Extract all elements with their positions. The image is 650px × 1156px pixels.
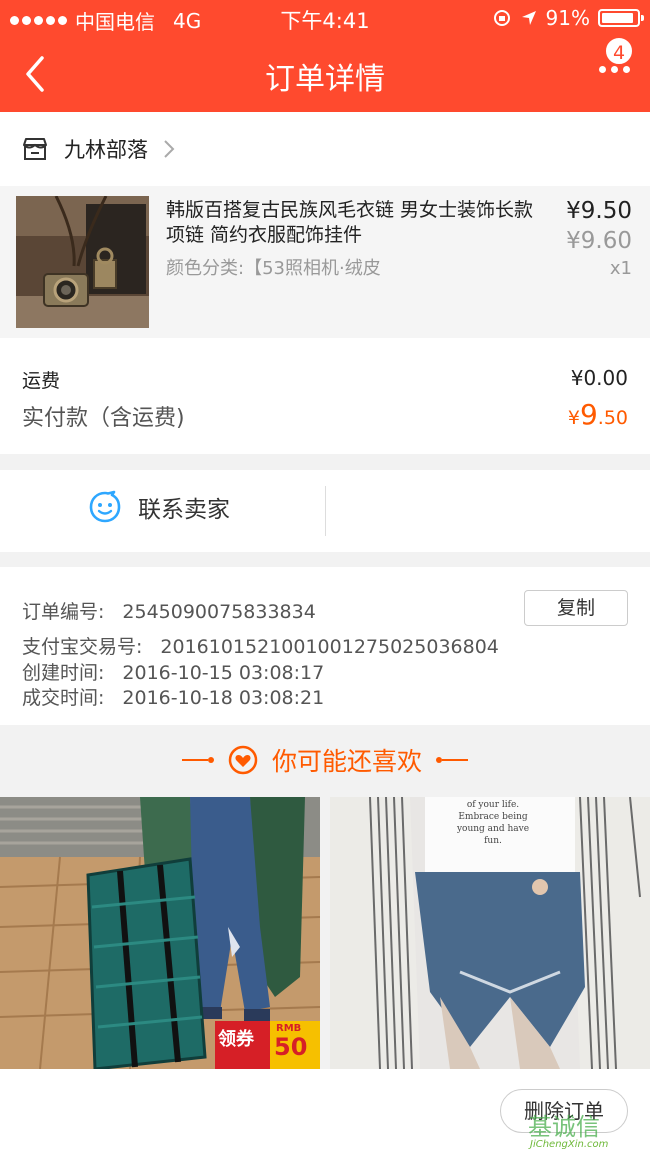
- page-title: 订单详情: [265, 62, 385, 97]
- fee-summary: 运费 ¥0.00 实付款（含运费) ¥9.50: [0, 338, 650, 454]
- product-price: ¥9.50: [566, 198, 632, 224]
- more-menu-icon[interactable]: [599, 66, 630, 73]
- rotation-lock-icon: [493, 10, 510, 26]
- nav-bar: 订单详情 4: [0, 36, 650, 112]
- created-time-label: 创建时间:: [22, 662, 105, 684]
- created-time-row: 创建时间: 2016-10-15 03:08:17: [22, 658, 324, 685]
- product-sku: 颜色分类:【53照相机·绒皮: [166, 258, 381, 279]
- message-badge: 4: [604, 36, 634, 66]
- chevron-right-icon: [164, 140, 175, 158]
- created-time-value: 2016-10-15 03:08:17: [122, 662, 325, 684]
- recommend-item-1[interactable]: 领券 RMB 50: [0, 797, 320, 1069]
- recommend-item-2[interactable]: of your life. Embrace being young and ha…: [330, 797, 650, 1069]
- status-right: 91%: [492, 6, 644, 30]
- product-quantity: x1: [609, 258, 632, 279]
- total-value: ¥9.50: [568, 398, 628, 431]
- watermark-logo: 基诚信 JiChengXin.com: [524, 1107, 644, 1153]
- order-number-value: 2545090075833834: [122, 601, 316, 623]
- battery-percent: 91%: [545, 6, 590, 30]
- watermark-cn: 基诚信: [528, 1113, 600, 1141]
- shipping-label: 运费: [22, 370, 61, 392]
- order-number-row: 订单编号: 2545090075833834: [22, 597, 316, 624]
- price-tag-value: 50: [274, 1033, 308, 1061]
- total-integer: 9: [579, 398, 598, 431]
- left-decoration: [181, 757, 214, 763]
- product-original-price: ¥9.60: [566, 228, 632, 254]
- total-decimal: .50: [597, 407, 628, 429]
- contact-bar: 联系卖家: [0, 470, 650, 552]
- battery-icon: [598, 9, 644, 27]
- bottom-bar: 删除订单 基诚信 JiChengXin.com: [0, 1069, 650, 1156]
- recommend-title: 你可能还喜欢: [271, 747, 422, 776]
- shop-row[interactable]: 九林部落: [0, 112, 650, 186]
- alipay-value: 2016101521001001275025036804: [160, 636, 499, 658]
- shirt-print-text: of your life. Embrace being young and ha…: [456, 800, 530, 846]
- coupon-tag: 领券: [218, 1029, 254, 1050]
- shipping-value: ¥0.00: [570, 366, 628, 390]
- product-title[interactable]: 韩版百搭复古民族风毛衣链 男女士装饰长款项链 简约衣服配饰挂件: [166, 198, 541, 248]
- store-icon: [23, 138, 47, 160]
- contact-seller-button[interactable]: 联系卖家: [88, 490, 230, 524]
- contact-seller-label: 联系卖家: [138, 497, 230, 523]
- total-currency: ¥: [567, 407, 580, 429]
- total-label: 实付款（含运费): [22, 406, 185, 431]
- alipay-label: 支付宝交易号:: [22, 636, 143, 658]
- shop-name: 九林部落: [64, 138, 148, 162]
- recommend-header: 你可能还喜欢: [0, 725, 650, 795]
- right-decoration: [436, 757, 468, 763]
- status-bar: 中国电信 4G 下午4:41 91%: [0, 0, 650, 36]
- copy-button[interactable]: 复制: [524, 590, 628, 626]
- location-icon: [521, 11, 536, 25]
- watermark-en: JiChengXin.com: [530, 1139, 609, 1150]
- order-info: 订单编号: 2545090075833834 复制 支付宝交易号: 20161015…: [0, 567, 650, 725]
- closed-time-label: 成交时间:: [22, 687, 105, 709]
- alipay-row: 支付宝交易号: 2016101521001001275025036804: [22, 632, 499, 659]
- product-item[interactable]: 韩版百搭复古民族风毛衣链 男女士装饰长款项链 简约衣服配饰挂件 颜色分类:【53…: [0, 186, 650, 338]
- heart-circle-icon: [228, 745, 258, 775]
- contact-divider: [325, 486, 326, 536]
- closed-time-value: 2016-10-18 03:08:21: [122, 687, 325, 709]
- chat-smile-icon: [89, 490, 121, 523]
- product-thumbnail[interactable]: [16, 196, 149, 328]
- closed-time-row: 成交时间: 2016-10-18 03:08:21: [22, 683, 324, 710]
- order-number-label: 订单编号:: [22, 601, 105, 623]
